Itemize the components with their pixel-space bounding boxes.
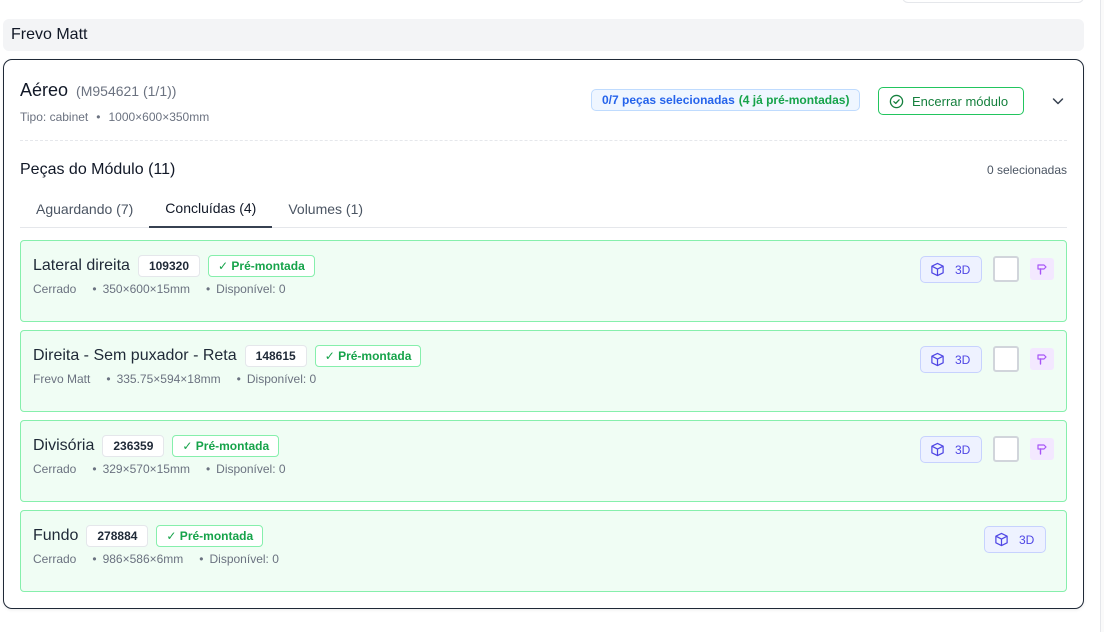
tool-button[interactable]: [1030, 438, 1054, 460]
view-3d-button[interactable]: 3D: [984, 526, 1046, 553]
piece-card[interactable]: Lateral direita 109320 ✓ Pré-montada Cer…: [20, 240, 1067, 322]
piece-card[interactable]: Divisória 236359 ✓ Pré-montada Cerrado •…: [20, 420, 1067, 502]
tab-aguardando[interactable]: Aguardando (7): [20, 190, 149, 228]
piece-dimensions: 329×570×15mm: [102, 462, 190, 476]
view-3d-button[interactable]: 3D: [920, 436, 982, 463]
separator-dot: •: [96, 110, 101, 124]
chevron-down-icon: [1052, 98, 1064, 105]
cube-icon: [931, 352, 944, 367]
view-3d-button[interactable]: 3D: [920, 346, 982, 373]
separator-dot: •: [205, 282, 211, 296]
piece-available: Disponível: 0: [246, 372, 317, 386]
group-header: Frevo Matt: [3, 19, 1084, 51]
piece-dimensions: 350×600×15mm: [102, 282, 190, 296]
piece-status-badge: ✓ Pré-montada: [172, 435, 280, 457]
piece-meta: Cerrado • 329×570×15mm • Disponível: 0: [33, 462, 286, 476]
piece-card[interactable]: Direita - Sem puxador - Reta 148615 ✓ Pr…: [20, 330, 1067, 412]
piece-meta: Cerrado • 986×586×6mm • Disponível: 0: [33, 552, 279, 566]
view-3d-button[interactable]: 3D: [920, 256, 982, 283]
piece-dimensions: 335.75×594×18mm: [116, 372, 221, 386]
piece-title-row: Direita - Sem puxador - Reta 148615 ✓ Pr…: [33, 345, 422, 367]
group-title: Frevo Matt: [11, 26, 88, 43]
close-module-button[interactable]: Encerrar módulo: [878, 87, 1024, 115]
piece-status-badge: ✓ Pré-montada: [156, 525, 264, 547]
collapse-button[interactable]: [1047, 90, 1069, 112]
piece-material: Frevo Matt: [33, 372, 91, 386]
separator-dot: •: [106, 372, 111, 386]
selected-count: 0 selecionadas: [986, 163, 1067, 177]
piece-status-badge: ✓ Pré-montada: [208, 255, 315, 277]
view-3d-label: 3D: [955, 352, 971, 367]
cube-icon: [931, 262, 944, 277]
piece-name: Divisória: [33, 437, 95, 454]
hammer-icon: [1037, 264, 1047, 275]
piece-available: Disponível: 0: [216, 462, 286, 476]
module-type: Tipo: cabinet: [20, 110, 89, 124]
piece-material: Cerrado: [33, 462, 77, 476]
piece-select-checkbox[interactable]: [993, 256, 1019, 282]
separator-dot: •: [205, 462, 211, 476]
selection-badge-premounted: (4 já pré-montadas): [738, 93, 850, 107]
separator-dot: •: [92, 462, 97, 476]
piece-code: 278884: [86, 525, 149, 547]
piece-status-badge: ✓ Pré-montada: [314, 345, 422, 367]
view-3d-label: 3D: [1019, 532, 1035, 547]
tool-button[interactable]: [1030, 258, 1054, 280]
piece-name: Lateral direita: [33, 257, 130, 274]
hammer-icon: [1037, 354, 1047, 365]
piece-select-checkbox[interactable]: [993, 346, 1019, 372]
piece-select-checkbox[interactable]: [993, 436, 1019, 462]
module-code: (M954621 (1/1)): [76, 83, 177, 99]
close-module-label: Encerrar módulo: [912, 93, 1009, 109]
page-scrollbar[interactable]: [1100, 0, 1104, 632]
top-partial-control: [902, 0, 1084, 3]
cube-icon: [995, 532, 1008, 547]
pieces-title: Peças do Módulo (11): [20, 161, 176, 178]
piece-code: 148615: [244, 345, 307, 367]
selection-badge-main: 0/7 peças selecionadas: [602, 93, 735, 107]
piece-material: Cerrado: [33, 282, 77, 296]
piece-title-row: Divisória 236359 ✓ Pré-montada: [33, 435, 280, 457]
separator-dot: •: [92, 552, 97, 566]
module-meta: Tipo: cabinet • 1000×600×350mm: [20, 110, 209, 124]
check-circle-icon: [889, 94, 904, 108]
separator-dot: •: [199, 552, 204, 566]
module-dimensions: 1000×600×350mm: [108, 110, 210, 124]
piece-meta: Cerrado • 350×600×15mm • Disponível: 0: [33, 282, 286, 296]
cube-icon: [931, 442, 944, 457]
module-title-row: Aéreo (M954621 (1/1)): [20, 80, 176, 101]
hammer-icon: [1037, 444, 1047, 455]
piece-card[interactable]: Fundo 278884 ✓ Pré-montada Cerrado • 986…: [20, 510, 1067, 592]
piece-name: Direita - Sem puxador - Reta: [33, 347, 237, 364]
piece-dimensions: 986×586×6mm: [102, 552, 184, 566]
section-divider: [20, 140, 1067, 141]
piece-meta: Frevo Matt • 335.75×594×18mm • Disponíve…: [33, 372, 316, 386]
piece-available: Disponível: 0: [216, 282, 286, 296]
piece-title-row: Lateral direita 109320 ✓ Pré-montada: [33, 255, 315, 277]
selection-badge: 0/7 peças selecionadas (4 já pré-montada…: [591, 89, 861, 111]
piece-title-row: Fundo 278884 ✓ Pré-montada: [33, 525, 264, 547]
piece-code: 236359: [102, 435, 165, 457]
piece-name: Fundo: [33, 527, 79, 544]
tab-volumes[interactable]: Volumes (1): [272, 190, 379, 228]
view-3d-label: 3D: [955, 262, 971, 277]
view-3d-label: 3D: [955, 442, 971, 457]
tool-button[interactable]: [1030, 348, 1054, 370]
separator-dot: •: [236, 372, 241, 386]
module-name: Aéreo: [20, 80, 69, 100]
piece-material: Cerrado: [33, 552, 77, 566]
module-card: Aéreo (M954621 (1/1)) Tipo: cabinet • 10…: [3, 59, 1084, 609]
piece-code: 109320: [137, 255, 200, 277]
separator-dot: •: [92, 282, 97, 296]
pieces-tabs: Aguardando (7) Concluídas (4) Volumes (1…: [20, 190, 1067, 228]
piece-available: Disponível: 0: [209, 552, 279, 566]
tab-concluidas[interactable]: Concluídas (4): [149, 190, 273, 228]
